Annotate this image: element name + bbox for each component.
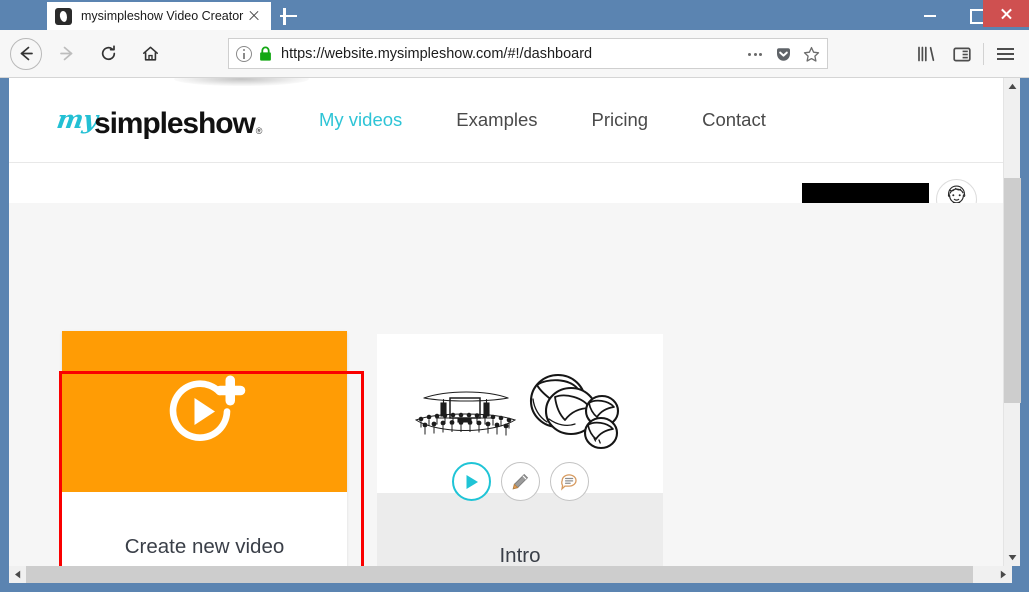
forward-arrow-icon[interactable] — [48, 36, 84, 72]
play-button[interactable] — [452, 462, 491, 501]
dashboard-body: Create new video — [9, 203, 1012, 566]
page-actions-ellipsis-icon[interactable] — [742, 42, 768, 67]
video-action-buttons — [377, 462, 663, 501]
home-icon[interactable] — [132, 36, 168, 72]
new-tab-button[interactable] — [276, 4, 300, 28]
close-icon[interactable] — [245, 7, 263, 25]
sketch-audience-icon — [412, 384, 520, 442]
ellipsis-dots — [748, 53, 762, 56]
site-logo[interactable]: my simpleshow ® — [56, 95, 262, 139]
toolbar-right-group — [908, 38, 1023, 70]
scroll-right-button[interactable] — [995, 566, 1012, 583]
title-bar: mysimpleshow Video Creator — [0, 0, 1029, 30]
sidebar-glyph — [952, 46, 972, 63]
address-bar[interactable]: https://website.mysimpleshow.com/#!/dash… — [228, 38, 828, 69]
sidebar-icon[interactable] — [944, 39, 980, 69]
reload-glyph — [99, 44, 118, 63]
tab-title: mysimpleshow Video Creator — [81, 9, 245, 23]
url-text[interactable]: https://website.mysimpleshow.com/#!/dash… — [281, 46, 820, 62]
horizontal-scrollbar[interactable] — [9, 566, 1012, 583]
library-glyph — [916, 45, 936, 63]
toolbar-divider — [983, 43, 984, 65]
hamburger-glyph — [997, 48, 1014, 60]
info-icon[interactable] — [236, 46, 252, 62]
video-title: Intro — [377, 493, 663, 566]
play-icon — [463, 473, 480, 491]
pocket-glyph — [775, 46, 792, 63]
forward-arrow-glyph — [57, 44, 76, 63]
nav-item-examples[interactable]: Examples — [429, 109, 564, 131]
scrolled-element-shadow — [174, 78, 309, 86]
padlock-icon[interactable] — [259, 46, 272, 62]
chevron-up-icon — [1008, 83, 1017, 90]
create-new-video-card[interactable]: Create new video — [62, 331, 347, 566]
menu-hamburger-icon[interactable] — [987, 39, 1023, 69]
scroll-down-button[interactable] — [1004, 549, 1021, 566]
back-arrow-icon[interactable] — [10, 38, 42, 70]
horizontal-scroll-thumb[interactable] — [26, 566, 973, 583]
page-viewport: my simpleshow ® My videos Examples Prici… — [9, 78, 1012, 566]
video-card-intro[interactable]: Intro — [377, 334, 663, 566]
create-video-thumbnail — [62, 331, 347, 492]
nav-item-my-videos[interactable]: My videos — [292, 109, 429, 131]
edit-button[interactable] — [501, 462, 540, 501]
add-video-icon — [157, 366, 253, 458]
address-bar-actions — [742, 42, 824, 67]
reload-icon[interactable] — [90, 36, 126, 72]
minimize-button[interactable] — [907, 0, 953, 27]
logo-my-text: my — [55, 107, 99, 132]
logo-simpleshow-text: simpleshow — [94, 109, 255, 139]
browser-window: mysimpleshow Video Creator — [0, 0, 1029, 592]
bookmark-star-icon[interactable] — [798, 42, 824, 67]
vertical-scroll-thumb[interactable] — [1004, 178, 1021, 403]
window-close-button[interactable] — [983, 0, 1029, 27]
sketch-spheres-icon — [525, 370, 625, 452]
video-thumbnail — [377, 334, 663, 493]
library-icon[interactable] — [908, 39, 944, 69]
back-arrow-glyph — [17, 44, 36, 63]
nav-item-pricing[interactable]: Pricing — [565, 109, 676, 131]
scroll-left-button[interactable] — [9, 566, 26, 583]
chevron-down-icon — [1008, 554, 1017, 561]
scroll-up-button[interactable] — [1004, 78, 1021, 95]
nav-item-contact[interactable]: Contact — [675, 109, 793, 131]
chevron-left-icon — [14, 570, 21, 579]
create-video-label: Create new video — [62, 492, 347, 566]
registered-mark: ® — [256, 126, 263, 139]
site-header: my simpleshow ® My videos Examples Prici… — [9, 78, 1012, 163]
pencil-icon — [510, 472, 530, 492]
speech-bubble-icon — [559, 472, 579, 491]
chevron-right-icon — [1000, 570, 1007, 579]
browser-tab[interactable]: mysimpleshow Video Creator — [47, 2, 271, 30]
main-navigation: My videos Examples Pricing Contact — [292, 109, 793, 131]
home-glyph — [141, 44, 160, 63]
comment-button[interactable] — [550, 462, 589, 501]
vertical-scrollbar[interactable] — [1003, 78, 1020, 566]
mysimpleshow-favicon — [55, 8, 72, 25]
pocket-icon[interactable] — [770, 42, 796, 67]
star-glyph — [803, 46, 820, 63]
